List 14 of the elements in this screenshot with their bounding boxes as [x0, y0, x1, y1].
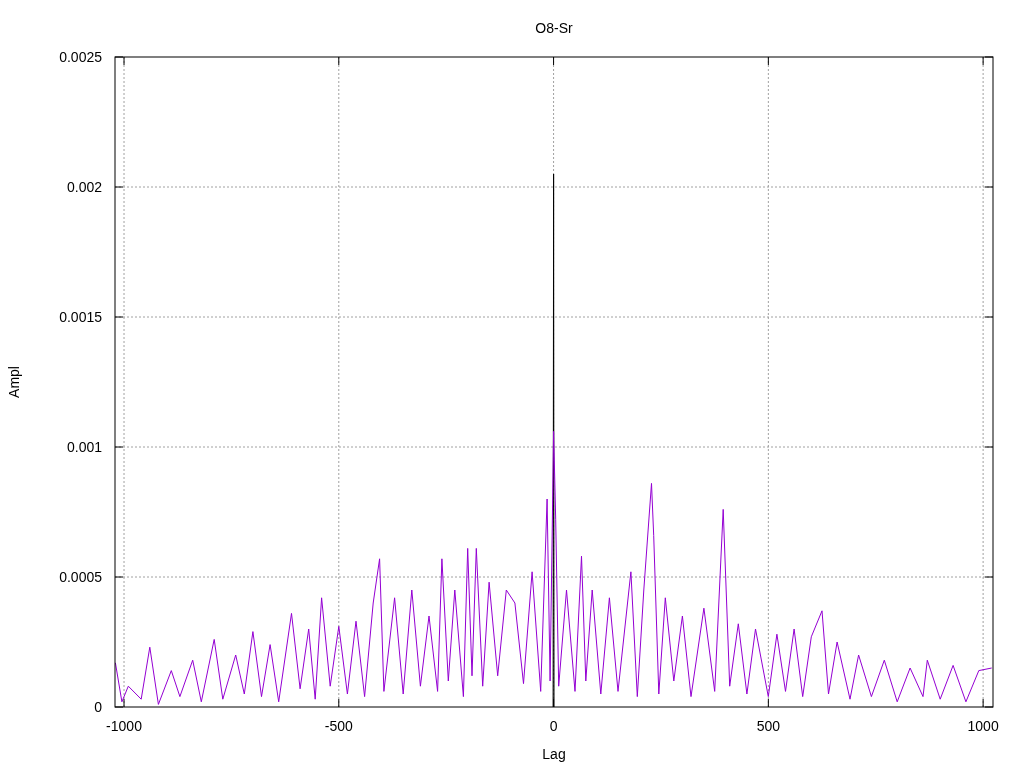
y-tick-label: 0.0025 [59, 49, 102, 65]
y-tick-label: 0 [94, 699, 102, 715]
x-tick-label: 500 [756, 718, 781, 734]
y-tick-label: 0.0005 [59, 569, 102, 585]
axis-title: Ampl [6, 366, 22, 398]
x-tick-label: -500 [324, 718, 353, 734]
x-tick-label: 1000 [967, 718, 999, 734]
chart-title: O8-Sr [535, 20, 573, 36]
y-tick-label: 0.002 [66, 179, 102, 195]
axis-title: Lag [542, 746, 566, 762]
y-tick-label: 0.0015 [59, 309, 102, 325]
x-tick-label: -1000 [106, 718, 142, 734]
y-tick-label: 0.001 [66, 439, 102, 455]
x-tick-label: 0 [549, 718, 558, 734]
